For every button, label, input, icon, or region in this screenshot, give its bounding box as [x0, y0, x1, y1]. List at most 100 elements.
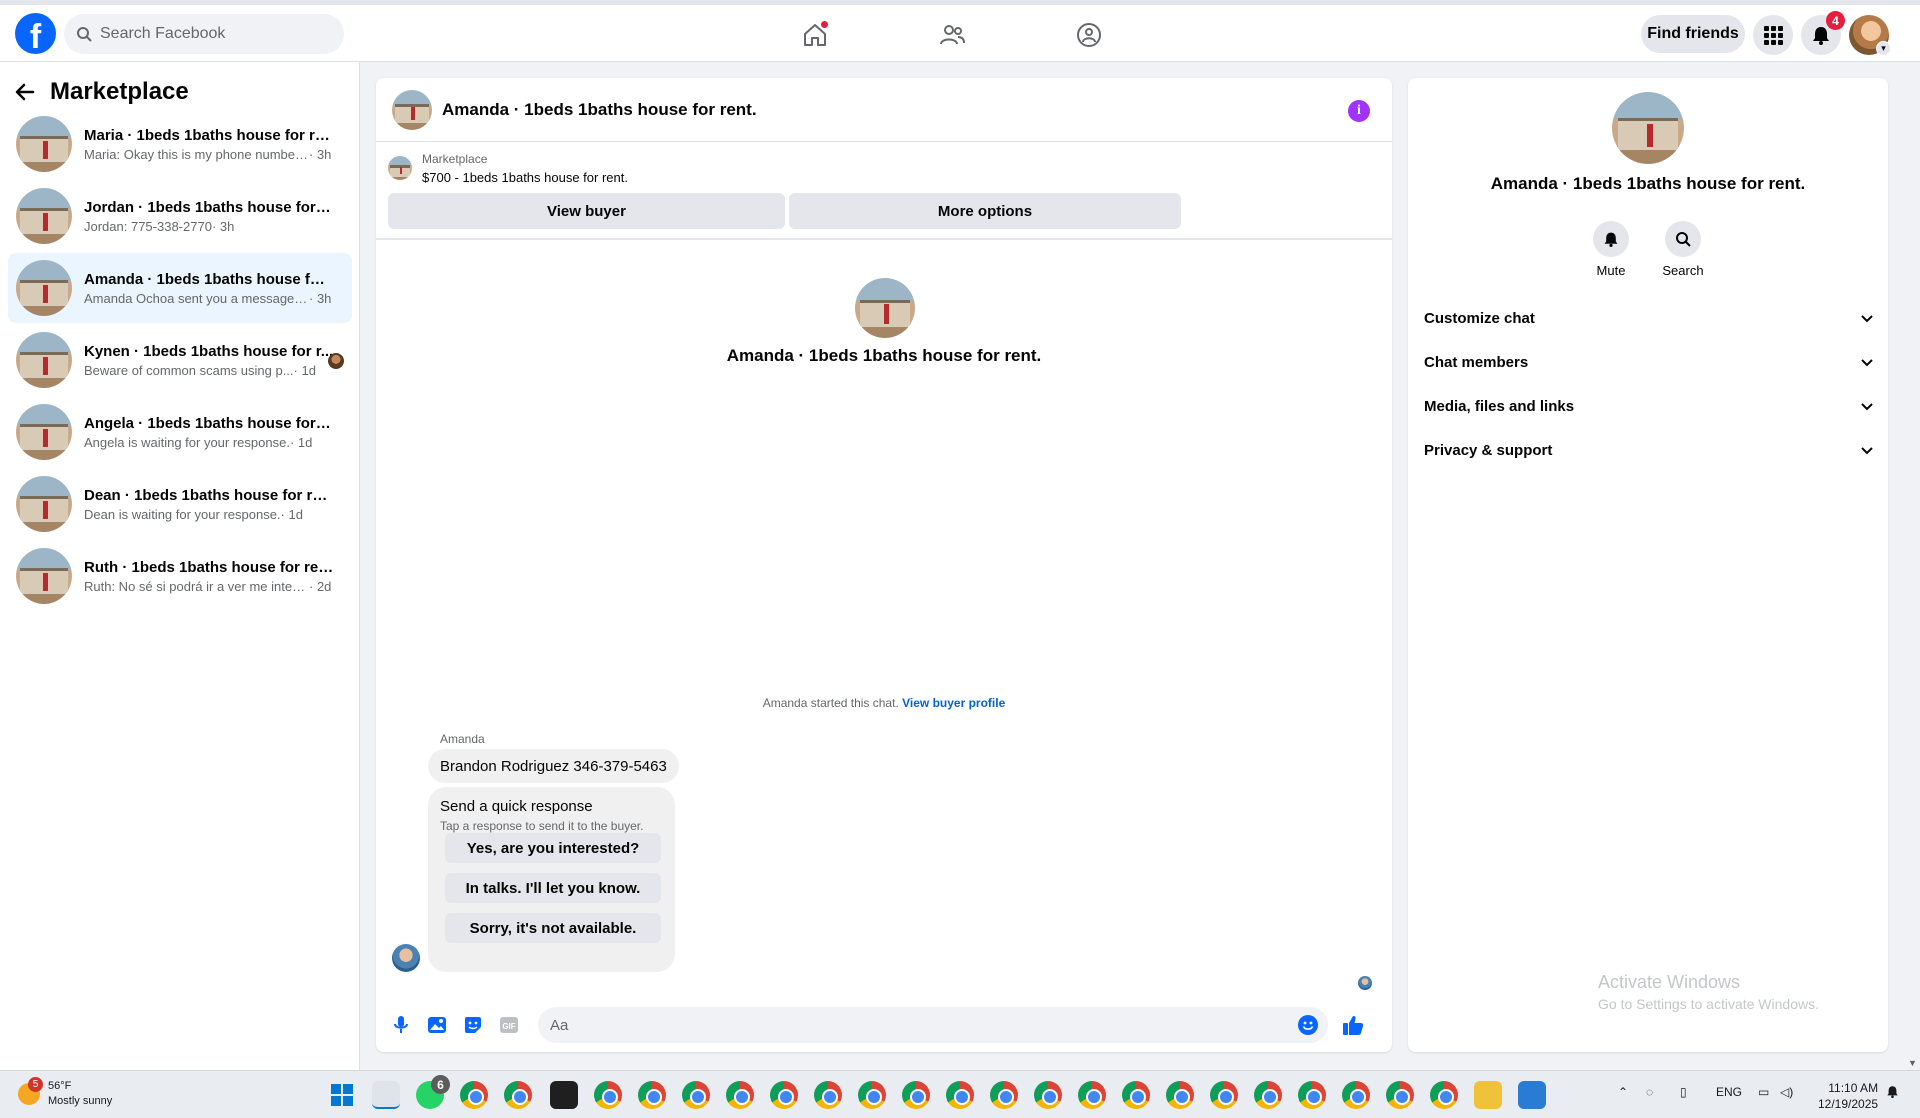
- find-friends-button[interactable]: Find friends: [1641, 15, 1745, 53]
- conversation-item-active[interactable]: Amanda · 1beds 1baths house for r... Ama…: [8, 253, 352, 323]
- listing-summary[interactable]: Marketplace $700 - 1beds 1baths house fo…: [388, 152, 628, 185]
- chrome-icon[interactable]: [990, 1081, 1018, 1109]
- message-input-field[interactable]: [538, 1007, 1328, 1043]
- chrome-icon[interactable]: [1078, 1081, 1106, 1109]
- conversation-time: · 1d: [293, 362, 316, 378]
- chevron-up-icon[interactable]: ⌃: [1618, 1085, 1628, 1099]
- chrome-icon[interactable]: [594, 1081, 622, 1109]
- customize-chat-section[interactable]: Customize chat: [1424, 300, 1874, 336]
- display-icon[interactable]: ▭: [1758, 1085, 1769, 1099]
- conversation-snippet: Amanda Ochoa sent you a message a...: [84, 290, 309, 306]
- search-icon: [77, 27, 92, 42]
- chrome-icon[interactable]: [1122, 1081, 1150, 1109]
- account-chevron-down-icon[interactable]: ▾: [1876, 41, 1891, 56]
- search-in-chat-button[interactable]: Search: [1653, 221, 1713, 278]
- conversation-time: · 1d: [280, 506, 303, 522]
- chrome-icon[interactable]: [504, 1081, 532, 1109]
- conversation-item[interactable]: Ruth · 1beds 1baths house for rent. Ruth…: [8, 541, 352, 611]
- chrome-icon[interactable]: [1210, 1081, 1238, 1109]
- scroll-down-arrow-icon[interactable]: ▼: [1908, 1058, 1917, 1068]
- sticky-notes-icon[interactable]: [550, 1081, 578, 1109]
- chat-title[interactable]: Amanda · 1beds 1baths house for rent.: [442, 100, 757, 120]
- notification-bell-icon[interactable]: [1886, 1085, 1899, 1101]
- weather-widget[interactable]: 5 56°F Mostly sunny: [18, 1077, 112, 1109]
- language-indicator[interactable]: ENG: [1716, 1085, 1742, 1099]
- microphone-icon[interactable]: [390, 1014, 412, 1036]
- chrome-icon[interactable]: [726, 1081, 754, 1109]
- sender-avatar[interactable]: [392, 944, 420, 972]
- conversation-item[interactable]: Kynen · 1beds 1baths house for r... Bewa…: [8, 325, 352, 395]
- conversation-snippet: Angela is waiting for your response.: [84, 434, 290, 450]
- chrome-icon[interactable]: [946, 1081, 974, 1109]
- chrome-icon[interactable]: [1254, 1081, 1282, 1109]
- conversation-item[interactable]: Dean · 1beds 1baths house for rent. Dean…: [8, 469, 352, 539]
- conversation-item[interactable]: Jordan · 1beds 1baths house for rent. Jo…: [8, 181, 352, 251]
- system-clock[interactable]: 11:10 AM 12/19/2025: [1818, 1080, 1878, 1112]
- conversation-title: Ruth · 1beds 1baths house for rent.: [84, 558, 334, 576]
- chrome-icon[interactable]: [1430, 1081, 1458, 1109]
- chrome-icon[interactable]: [682, 1081, 710, 1109]
- chrome-icon[interactable]: [770, 1081, 798, 1109]
- chat-panel: Amanda · 1beds 1baths house for rent. i …: [376, 78, 1392, 1052]
- page-scrollbar[interactable]: ▼: [1904, 62, 1920, 1070]
- chat-members-section[interactable]: Chat members: [1424, 344, 1874, 380]
- listing-title: $700 - 1beds 1baths house for rent.: [422, 170, 628, 185]
- chevron-down-icon: [1861, 403, 1873, 411]
- volume-icon[interactable]: ◁): [1780, 1085, 1793, 1099]
- snipping-tool-icon[interactable]: [372, 1081, 400, 1109]
- notifications-button[interactable]: 4: [1801, 11, 1845, 55]
- chrome-icon[interactable]: [1166, 1081, 1194, 1109]
- clock-time: 11:10 AM: [1828, 1081, 1879, 1095]
- groups-icon[interactable]: [1069, 15, 1109, 55]
- back-arrow-icon[interactable]: [14, 81, 36, 103]
- home-icon[interactable]: [795, 15, 835, 55]
- quick-response-button[interactable]: Sorry, it's not available.: [445, 913, 661, 943]
- emoji-icon[interactable]: [1298, 1015, 1318, 1035]
- read-receipt-avatar: [328, 353, 344, 369]
- whatsapp-icon[interactable]: 6: [416, 1075, 450, 1109]
- sticker-icon[interactable]: [462, 1014, 484, 1036]
- chrome-icon[interactable]: [460, 1081, 488, 1109]
- quick-response-button[interactable]: Yes, are you interested?: [445, 833, 661, 863]
- chrome-icon[interactable]: [638, 1081, 666, 1109]
- view-buyer-button[interactable]: View buyer: [388, 193, 785, 229]
- chrome-icon[interactable]: [1386, 1081, 1414, 1109]
- bell-icon: [1813, 27, 1829, 45]
- more-options-button[interactable]: More options: [789, 193, 1181, 229]
- view-buyer-profile-link[interactable]: View buyer profile: [902, 696, 1005, 710]
- network-icon[interactable]: ◌: [1646, 1085, 1653, 1099]
- chat-avatar[interactable]: [392, 89, 432, 130]
- quick-response-button[interactable]: In talks. I'll let you know.: [445, 873, 661, 903]
- facebook-logo[interactable]: f: [15, 13, 56, 54]
- photos-icon[interactable]: [1518, 1081, 1546, 1109]
- info-icon[interactable]: i: [1348, 100, 1370, 122]
- sun-icon: 5: [18, 1077, 43, 1105]
- mute-button[interactable]: Mute: [1581, 221, 1641, 278]
- message-bubble[interactable]: Brandon Rodriguez 346-379-5463: [428, 749, 679, 783]
- chrome-icon[interactable]: [814, 1081, 842, 1109]
- message-input[interactable]: [550, 1016, 1290, 1034]
- friends-icon[interactable]: [932, 15, 972, 55]
- chrome-icon[interactable]: [902, 1081, 930, 1109]
- thumbs-up-icon[interactable]: [1340, 1012, 1366, 1038]
- search-facebook-box[interactable]: [64, 14, 344, 54]
- search-input[interactable]: [100, 25, 320, 43]
- windows-start-icon[interactable]: [328, 1081, 356, 1109]
- gif-icon[interactable]: GIF: [498, 1014, 520, 1036]
- mute-label: Mute: [1596, 263, 1626, 278]
- file-explorer-icon[interactable]: [1474, 1081, 1502, 1109]
- listing-avatar: [16, 548, 72, 604]
- menu-grid-icon[interactable]: [1753, 15, 1793, 55]
- conversation-time: · 1d: [289, 434, 313, 450]
- media-files-links-section[interactable]: Media, files and links: [1424, 388, 1874, 424]
- chrome-icon[interactable]: [858, 1081, 886, 1109]
- battery-icon[interactable]: ▯: [1680, 1085, 1687, 1099]
- conversation-item[interactable]: Maria · 1beds 1baths house for rent. Mar…: [8, 109, 352, 179]
- privacy-support-section[interactable]: Privacy & support: [1424, 432, 1874, 468]
- chrome-icon[interactable]: [1298, 1081, 1326, 1109]
- chrome-icon[interactable]: [1034, 1081, 1062, 1109]
- photo-icon[interactable]: [426, 1014, 448, 1036]
- section-label: Customize chat: [1424, 309, 1535, 327]
- conversation-item[interactable]: Angela · 1beds 1baths house for re... An…: [8, 397, 352, 467]
- chrome-icon[interactable]: [1342, 1081, 1370, 1109]
